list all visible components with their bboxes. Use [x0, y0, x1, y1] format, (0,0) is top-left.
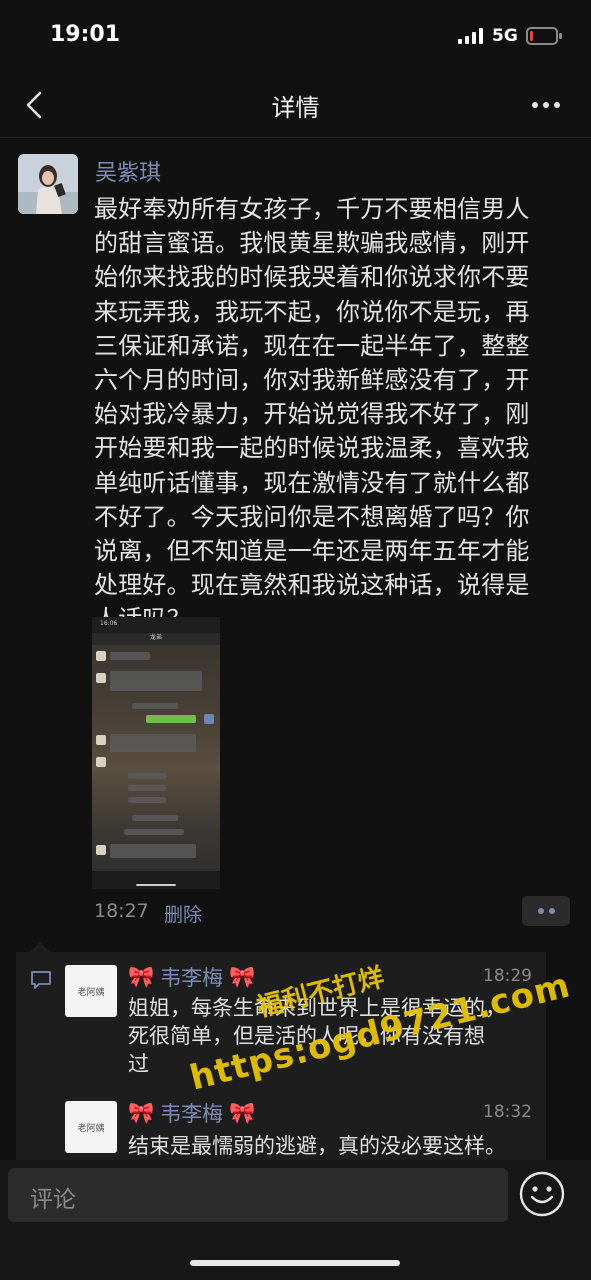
comment-input-placeholder: 评论: [30, 1187, 76, 1213]
commenter-name[interactable]: 🎀 韦李梅 🎀: [128, 962, 255, 992]
action-dot: [537, 908, 544, 914]
bow-icon: 🎀: [128, 964, 155, 989]
commenter-avatar[interactable]: 老阿姨: [65, 965, 117, 1017]
chevron-left-icon: [26, 91, 42, 119]
comment-text[interactable]: 结束是最懦弱的逃避，真的没必要这样。: [128, 1132, 544, 1160]
nav-divider: [0, 137, 591, 138]
emoji-button[interactable]: [518, 1170, 566, 1218]
post-text: 最好奉劝所有女孩子，千万不要相信男人 的甜言蜜语。我恨黄星欺骗我感情，刚开 始你…: [94, 195, 530, 633]
more-dot: [554, 102, 560, 108]
network-type: 5G: [492, 26, 518, 46]
avatar-text: 老阿姨: [77, 1123, 105, 1134]
avatar-photo: [18, 154, 78, 214]
bow-icon: 🎀: [128, 1100, 155, 1125]
author-name[interactable]: 吴紫琪: [95, 155, 161, 187]
post-time: 18:27: [94, 900, 149, 922]
bow-icon: 🎀: [229, 1100, 256, 1125]
commenter-name-text: 韦李梅: [160, 1102, 224, 1126]
image-status-time: 16:06: [100, 620, 118, 627]
commenter-name-text: 韦李梅: [160, 966, 224, 990]
commenter-avatar[interactable]: 老阿姨: [65, 1101, 117, 1153]
image-home-indicator: [136, 884, 176, 886]
delete-button[interactable]: 删除: [164, 900, 202, 927]
comment-icon: [30, 970, 52, 990]
home-indicator: [190, 1260, 400, 1266]
battery-icon: [526, 27, 562, 45]
back-button[interactable]: [22, 90, 52, 120]
more-dot: [532, 102, 538, 108]
more-dot: [543, 102, 549, 108]
page-title: 详情: [271, 94, 320, 122]
image-chat-body: [92, 645, 220, 871]
comments-caret: [30, 942, 50, 952]
like-comment-button[interactable]: [522, 896, 570, 926]
action-dot: [548, 908, 555, 914]
smiley-icon: [519, 1171, 565, 1217]
author-avatar[interactable]: [18, 154, 78, 214]
comment-input[interactable]: [8, 1168, 508, 1222]
comment-time: 18:32: [483, 1102, 532, 1122]
image-chat-title: 龙弟: [149, 634, 162, 641]
more-options-button[interactable]: [532, 95, 568, 115]
post-image[interactable]: 16:06 龙弟: [92, 617, 220, 889]
commenter-name[interactable]: 🎀 韦李梅 🎀: [128, 1098, 255, 1128]
status-time: 19:01: [50, 22, 121, 47]
bow-icon: 🎀: [229, 964, 256, 989]
avatar-text: 老阿姨: [77, 987, 105, 998]
image-input-bar: [92, 871, 220, 889]
signal-icon: [458, 28, 483, 44]
